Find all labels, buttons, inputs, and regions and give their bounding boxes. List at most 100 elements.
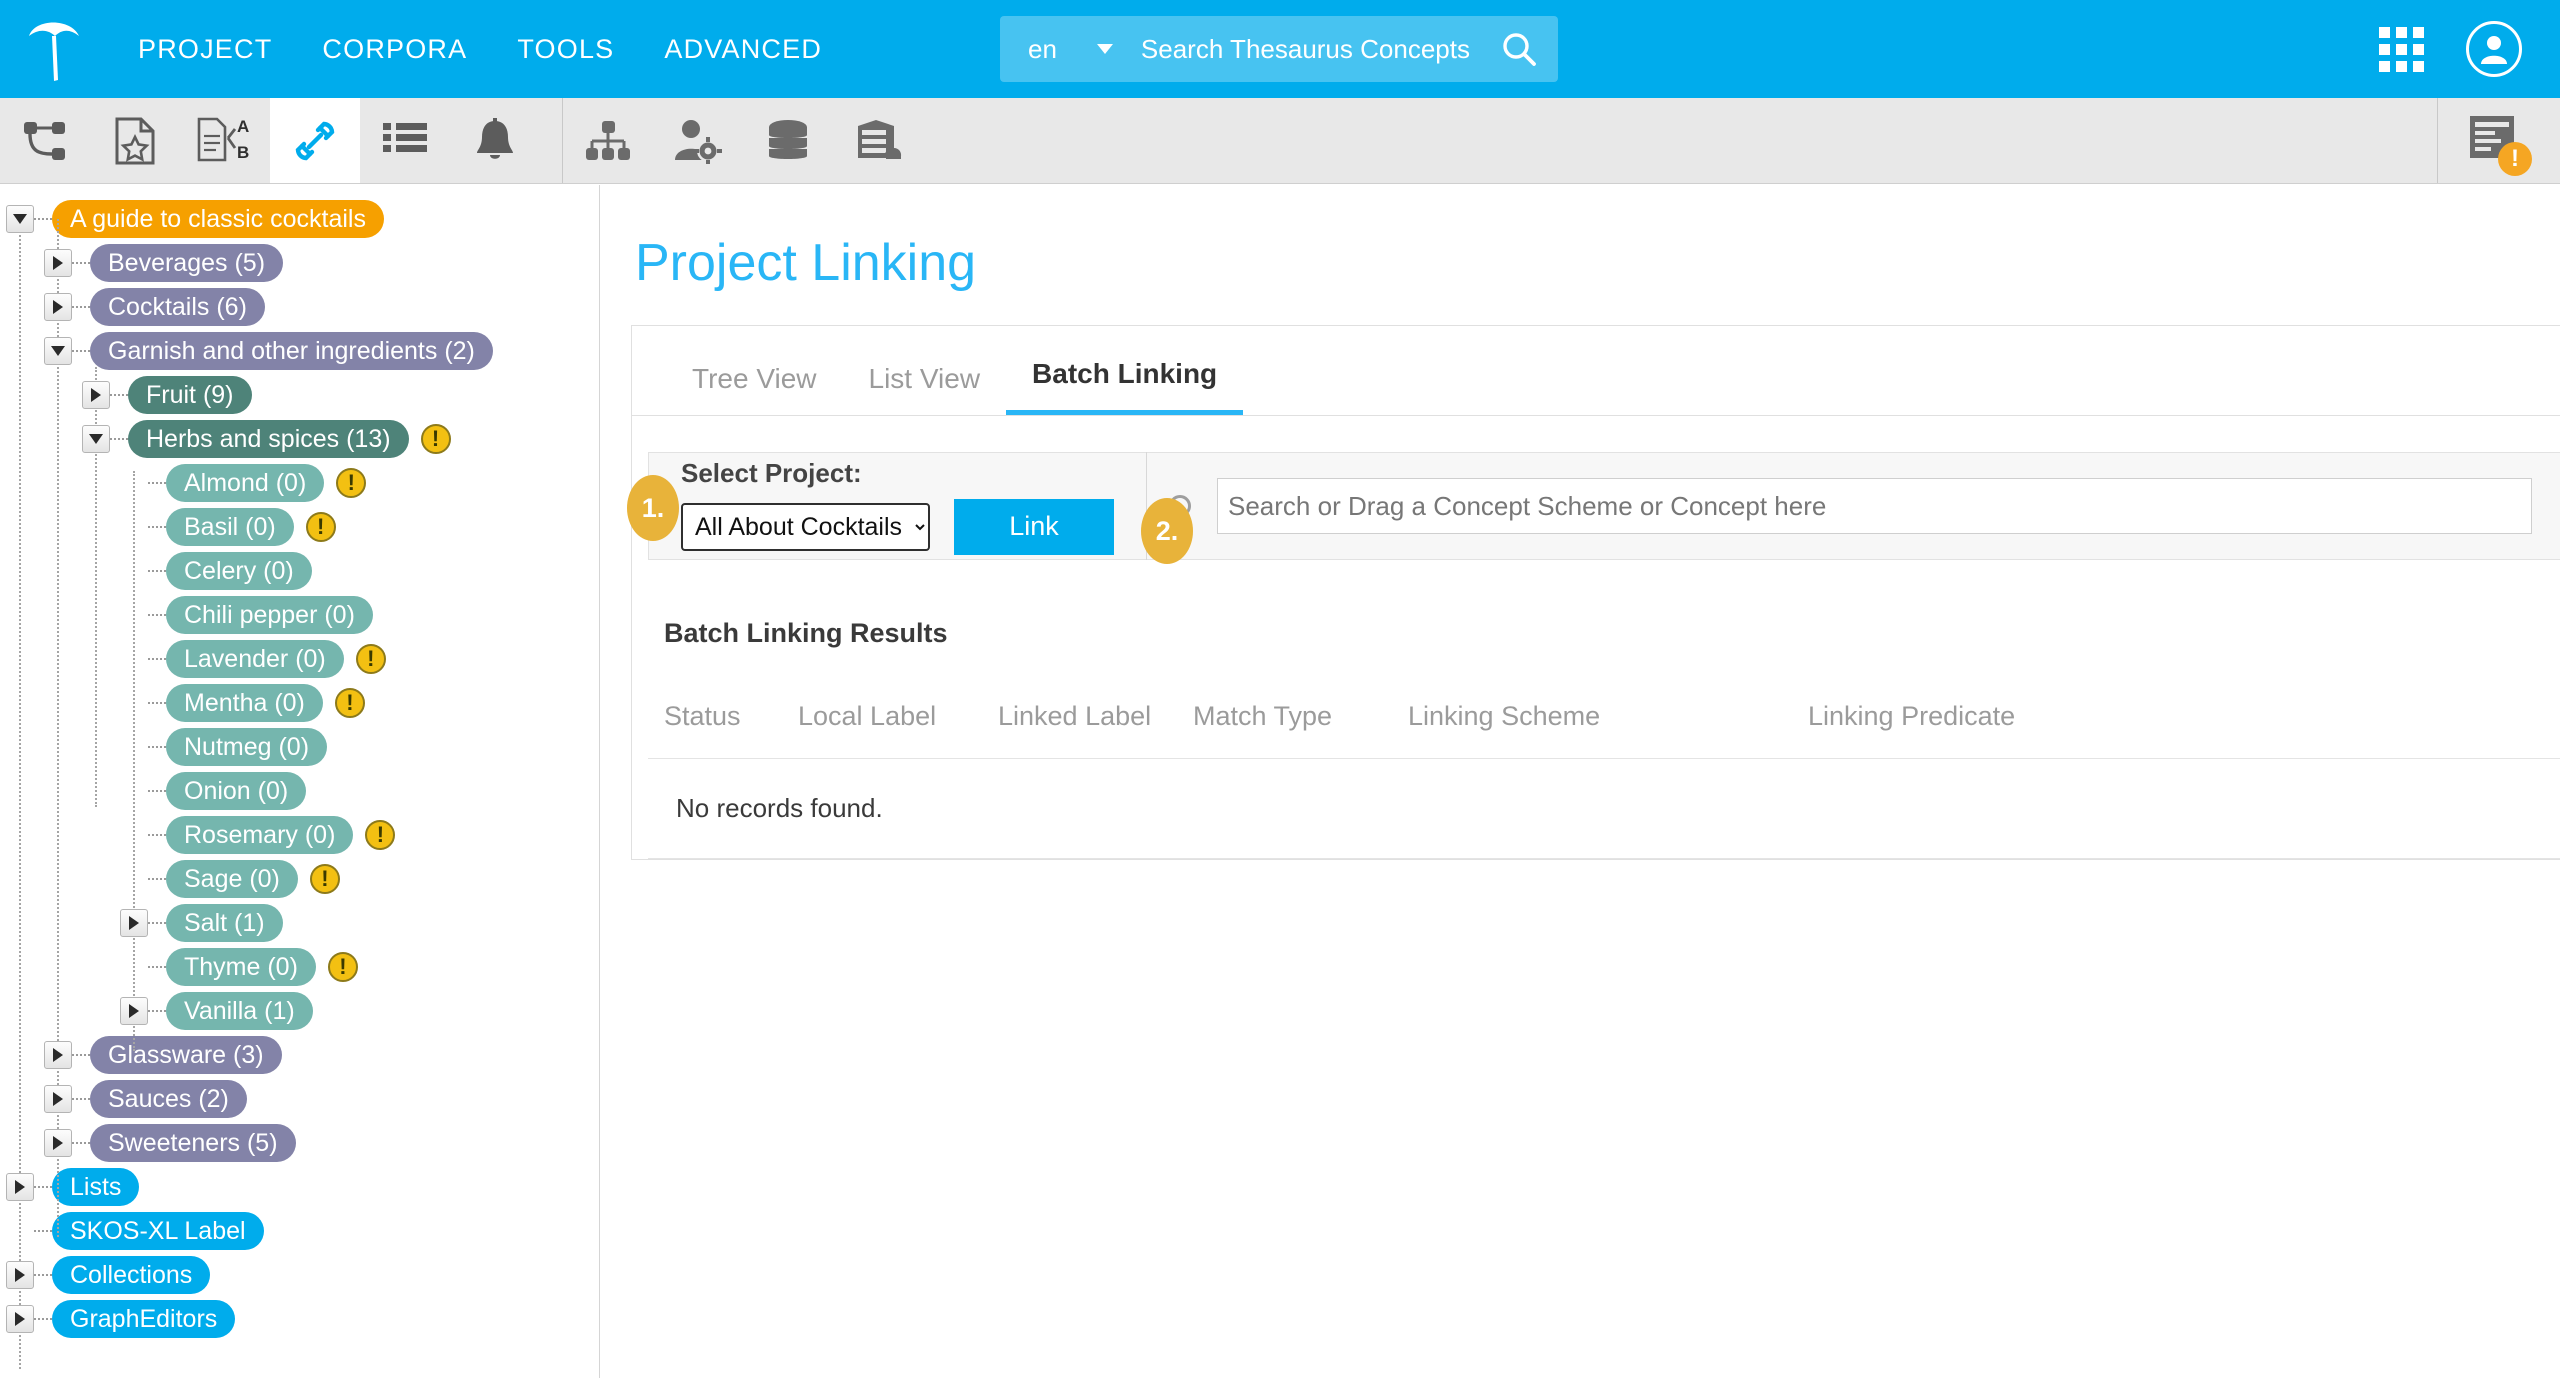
document-star-icon[interactable] [90,98,180,183]
list-icon[interactable] [360,98,450,183]
column-linked-label[interactable]: Linked Label [998,701,1193,759]
tree-node-label[interactable]: Almond (0) [166,464,324,502]
tree-node[interactable]: Mentha (0)! [0,681,599,725]
project-select[interactable]: All About Cocktails [681,503,930,551]
database-icon[interactable] [743,98,833,183]
nav-item-advanced[interactable]: ADVANCED [664,34,822,65]
warning-icon[interactable]: ! [336,468,366,498]
tree-node[interactable]: Sauces (2) [0,1077,599,1121]
tree-node-label[interactable]: Onion (0) [166,772,306,810]
tree-node-label[interactable]: Fruit (9) [128,376,252,414]
tree-node-label[interactable]: A guide to classic cocktails [52,200,384,238]
tree-node-label[interactable]: Vanilla (1) [166,992,313,1030]
tree-expand-icon[interactable] [6,1305,34,1333]
column-linking-predicate[interactable]: Linking Predicate [1808,701,2560,759]
tab-list-view[interactable]: List View [843,363,1007,415]
tree-node[interactable]: Garnish and other ingredients (2) [0,329,599,373]
tree-node[interactable]: Salt (1) [0,901,599,945]
nav-item-tools[interactable]: TOOLS [517,34,614,65]
tree-node-label[interactable]: Lists [52,1168,139,1206]
tree-node[interactable]: Chili pepper (0) [0,593,599,637]
link-icon[interactable] [270,98,360,183]
tree-node-label[interactable]: Glassware (3) [90,1036,282,1074]
tree-node-label[interactable]: Garnish and other ingredients (2) [90,332,493,370]
column-match-type[interactable]: Match Type [1193,701,1408,759]
tree-node-label[interactable]: Chili pepper (0) [166,596,373,634]
tree-node-label[interactable]: Beverages (5) [90,244,283,282]
tree-node[interactable]: Herbs and spices (13)! [0,417,599,461]
tree-collapse-icon[interactable] [44,337,72,365]
tree-node-label[interactable]: Thyme (0) [166,948,316,986]
concept-search-drop-input[interactable] [1217,478,2532,534]
language-selector[interactable]: en [1028,34,1113,65]
tree-node-label[interactable]: Sage (0) [166,860,298,898]
tree-node-label[interactable]: Collections [52,1256,210,1294]
tree-node-label[interactable]: Salt (1) [166,904,283,942]
search-input[interactable] [1139,33,1480,66]
tree-node[interactable]: Lavender (0)! [0,637,599,681]
tab-batch-linking[interactable]: Batch Linking [1006,358,1243,415]
tree-node-label[interactable]: Celery (0) [166,552,312,590]
tree-node[interactable]: A guide to classic cocktails [0,197,599,241]
tree-node-label[interactable]: Basil (0) [166,508,294,546]
tree-expand-icon[interactable] [82,381,110,409]
tree-node[interactable]: Almond (0)! [0,461,599,505]
warning-icon[interactable]: ! [335,688,365,718]
link-button[interactable]: Link [954,499,1114,555]
tree-node[interactable]: Lists [0,1165,599,1209]
tree-node[interactable]: Collections [0,1253,599,1297]
warning-icon[interactable]: ! [328,952,358,982]
tree-node-label[interactable]: GraphEditors [52,1300,235,1338]
org-chart-icon[interactable] [563,98,653,183]
tree-expand-icon[interactable] [6,1261,34,1289]
tree-expand-icon[interactable] [44,1041,72,1069]
tree-node[interactable]: Onion (0) [0,769,599,813]
tree-node-label[interactable]: Herbs and spices (13) [128,420,409,458]
tree-node[interactable]: Nutmeg (0) [0,725,599,769]
tree-node[interactable]: Rosemary (0)! [0,813,599,857]
tree-node[interactable]: Beverages (5) [0,241,599,285]
tree-node-label[interactable]: Rosemary (0) [166,816,353,854]
app-logo[interactable] [0,0,108,98]
tree-node[interactable]: Basil (0)! [0,505,599,549]
tree-node-label[interactable]: Sauces (2) [90,1080,247,1118]
tree-node[interactable]: Thyme (0)! [0,945,599,989]
nav-item-project[interactable]: PROJECT [138,34,272,65]
tree-node[interactable]: SKOS-XL Label [0,1209,599,1253]
tree-node-label[interactable]: Lavender (0) [166,640,344,678]
user-settings-icon[interactable] [653,98,743,183]
tree-node[interactable]: Celery (0) [0,549,599,593]
tree-node[interactable]: Cocktails (6) [0,285,599,329]
concept-tree-sidebar[interactable]: A guide to classic cocktails Beverages (5… [0,185,600,1378]
tree-expand-icon[interactable] [6,1173,34,1201]
tree-node-label[interactable]: Mentha (0) [166,684,323,722]
warning-icon[interactable]: ! [421,424,451,454]
document-ab-translate-icon[interactable]: A B [180,98,270,183]
column-status[interactable]: Status [648,701,798,759]
warning-icon[interactable]: ! [356,644,386,674]
tree-node[interactable]: Vanilla (1) [0,989,599,1033]
nav-item-corpora[interactable]: CORPORA [322,34,467,65]
warning-icon[interactable]: ! [310,864,340,894]
tree-collapse-icon[interactable] [82,425,110,453]
tree-node[interactable]: Fruit (9) [0,373,599,417]
user-avatar-icon[interactable] [2466,21,2522,77]
tree-node-label[interactable]: Nutmeg (0) [166,728,327,766]
bell-icon[interactable] [450,98,540,183]
tree-expand-icon[interactable] [120,909,148,937]
tree-collapse-icon[interactable] [6,205,34,233]
tree-node[interactable]: Sweeteners (5) [0,1121,599,1165]
report-alert-icon[interactable]: ! [2468,114,2522,168]
server-cloud-icon[interactable] [833,98,923,183]
warning-icon[interactable]: ! [365,820,395,850]
tree-node[interactable]: Sage (0)! [0,857,599,901]
tree-node[interactable]: Glassware (3) [0,1033,599,1077]
column-local-label[interactable]: Local Label [798,701,998,759]
tree-expand-icon[interactable] [44,1085,72,1113]
tree-expand-icon[interactable] [120,997,148,1025]
tree-node-label[interactable]: Sweeteners (5) [90,1124,296,1162]
workflow-icon[interactable] [0,98,90,183]
search-icon[interactable] [1480,16,1558,82]
tree-node[interactable]: GraphEditors [0,1297,599,1341]
apps-grid-icon[interactable] [2379,27,2424,72]
